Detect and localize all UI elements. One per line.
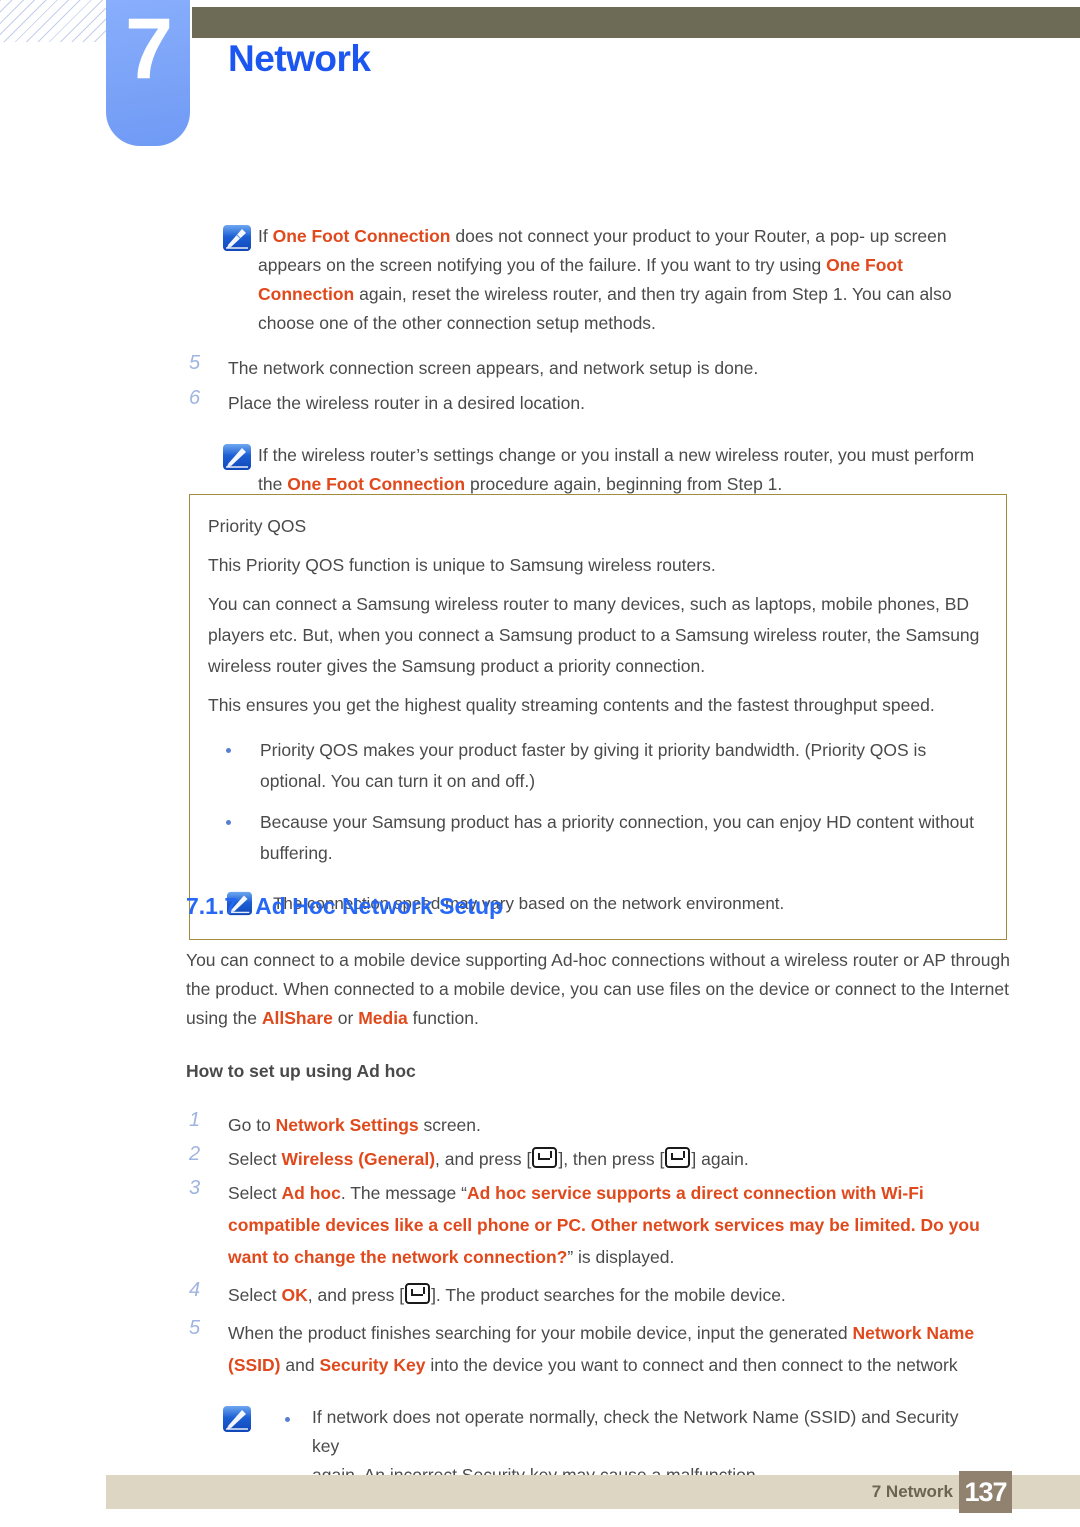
note-4-line-1: If network does not operate normally, ch… bbox=[312, 1407, 959, 1456]
step-5-number: 5 bbox=[189, 352, 201, 374]
adhoc-step-4-number: 4 bbox=[189, 1279, 201, 1301]
note-block-2: If the wireless router’s settings change… bbox=[0, 441, 1080, 499]
adhoc-step-3: 3 Select Ad hoc. The message “Ad hoc ser… bbox=[0, 1177, 1080, 1273]
adhoc-step-2-number: 2 bbox=[189, 1143, 201, 1165]
header-olive-bar bbox=[192, 7, 1080, 38]
adhoc-step-1-number: 1 bbox=[189, 1109, 201, 1131]
footer-chapter-label: 7 Network bbox=[871, 1482, 953, 1501]
chapter-title: Network bbox=[228, 38, 371, 79]
adhoc-steps-list: 1 Go to Network Settings screen. 2 Selec… bbox=[0, 1103, 1080, 1490]
footer-page-number: 137 bbox=[959, 1471, 1012, 1513]
step-5: 5 The network connection screen appears,… bbox=[0, 352, 1080, 384]
step-6-text: Place the wireless router in a desired l… bbox=[228, 393, 585, 413]
adhoc-step-2-text: Select Wireless (General), and press [],… bbox=[228, 1147, 749, 1169]
adhoc-step-4-text: Select OK, and press []. The product sea… bbox=[228, 1283, 786, 1305]
step-6-number: 6 bbox=[189, 387, 201, 409]
section-title: Ad Hoc Network Setup bbox=[255, 893, 504, 919]
section-number: 7.1.7 bbox=[186, 893, 238, 919]
adhoc-step-1: 1 Go to Network Settings screen. bbox=[0, 1109, 1080, 1141]
adhoc-step-3-text: Select Ad hoc. The message “Ad hoc servi… bbox=[228, 1183, 980, 1267]
bullet-dot-icon bbox=[226, 748, 231, 753]
qos-paragraph-2: You can connect a Samsung wireless route… bbox=[208, 594, 980, 676]
qos-title: Priority QOS bbox=[208, 516, 307, 536]
decorative-hatch-pattern bbox=[0, 0, 118, 42]
adhoc-step-5-text: When the product finishes searching for … bbox=[228, 1323, 975, 1375]
step-5-text: The network connection screen appears, a… bbox=[228, 358, 759, 378]
section-sub-heading: How to set up using Ad hoc bbox=[186, 1061, 416, 1081]
priority-qos-box: Priority QOS This Priority QOS function … bbox=[189, 494, 1007, 940]
qos-bullet-1-text: Priority QOS makes your product faster b… bbox=[260, 740, 927, 791]
qos-bullet-2: Because your Samsung product has a prior… bbox=[208, 807, 984, 869]
bullet-dot-icon bbox=[226, 820, 231, 825]
adhoc-step-1-text: Go to Network Settings screen. bbox=[228, 1115, 481, 1135]
section-heading: 7.1.7 Ad Hoc Network Setup bbox=[186, 893, 503, 920]
qos-bullet-2-text: Because your Samsung product has a prior… bbox=[260, 812, 975, 863]
enter-key-icon bbox=[665, 1147, 691, 1168]
section-intro-paragraph: You can connect to a mobile device suppo… bbox=[186, 950, 1010, 1028]
qos-bullet-1: Priority QOS makes your product faster b… bbox=[208, 735, 984, 797]
note-2-text: If the wireless router’s settings change… bbox=[258, 445, 975, 494]
adhoc-step-2: 2 Select Wireless (General), and press [… bbox=[0, 1143, 1080, 1175]
qos-paragraph-3: This ensures you get the highest quality… bbox=[208, 695, 935, 715]
enter-key-icon bbox=[532, 1147, 558, 1168]
note-1-text: If One Foot Connection does not connect … bbox=[258, 226, 952, 333]
enter-key-icon bbox=[405, 1283, 431, 1304]
chapter-tab: 7 bbox=[106, 0, 190, 146]
page-content: If One Foot Connection does not connect … bbox=[0, 222, 1080, 940]
note-pencil-icon bbox=[222, 224, 252, 252]
note-pencil-icon bbox=[222, 443, 252, 471]
note-pencil-icon bbox=[222, 1405, 252, 1433]
adhoc-step-4: 4 Select OK, and press []. The product s… bbox=[0, 1279, 1080, 1311]
adhoc-step-5: 5 When the product finishes searching fo… bbox=[0, 1317, 1080, 1381]
bullet-dot-icon bbox=[285, 1417, 290, 1422]
adhoc-step-3-number: 3 bbox=[189, 1177, 201, 1199]
chapter-number: 7 bbox=[125, 1, 173, 97]
adhoc-step-5-number: 5 bbox=[189, 1317, 201, 1339]
qos-paragraph-1: This Priority QOS function is unique to … bbox=[208, 555, 716, 575]
step-6: 6 Place the wireless router in a desired… bbox=[0, 387, 1080, 419]
note-block-1: If One Foot Connection does not connect … bbox=[0, 222, 1080, 338]
